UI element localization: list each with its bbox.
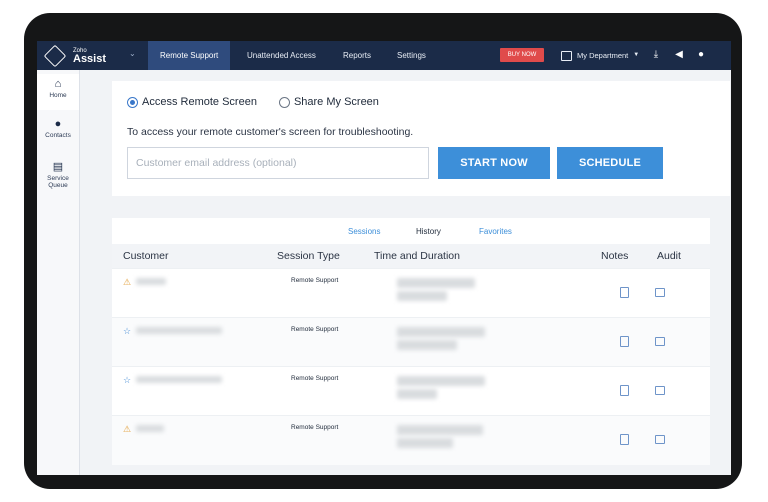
- tab-sessions[interactable]: Sessions: [348, 227, 380, 236]
- sidebar-item-label: Home: [49, 92, 67, 99]
- nav-remote-support[interactable]: Remote Support: [148, 41, 231, 70]
- tab-favorites[interactable]: Favorites: [479, 227, 512, 236]
- session-description: To access your remote customer's screen …: [127, 126, 414, 138]
- table-row[interactable]: ⚠ Remote Support: [112, 415, 710, 465]
- nav-settings[interactable]: Settings: [385, 41, 438, 70]
- session-type-cell: Remote Support: [291, 326, 339, 333]
- radio-label: Share My Screen: [293, 96, 379, 108]
- redacted-customer: [136, 376, 222, 383]
- contacts-icon: ●: [54, 118, 62, 130]
- customer-email-input[interactable]: [127, 147, 429, 179]
- redacted-customer: [136, 425, 164, 432]
- tab-history[interactable]: History: [416, 227, 441, 236]
- column-session-type[interactable]: Session Type: [277, 250, 340, 262]
- sidebar-item-label: Service Queue: [47, 175, 69, 189]
- sidebar: ⌂ Home ● Contacts ▤ Service Queue: [37, 70, 80, 475]
- table-header: Customer Session Type Time and Duration …: [112, 244, 710, 268]
- service-queue-icon: ▤: [52, 161, 64, 173]
- download-icon[interactable]: ⤓: [650, 49, 662, 61]
- nav-unattended-access[interactable]: Unattended Access: [235, 41, 328, 70]
- redacted-time: [397, 278, 475, 288]
- audit-icon[interactable]: [655, 288, 665, 297]
- top-navigation-bar: Zoho Assist ⌄ Remote Support Unattended …: [37, 41, 731, 70]
- redacted-duration: [397, 438, 453, 448]
- star-icon: ☆: [123, 375, 132, 385]
- start-now-button[interactable]: START NOW: [438, 147, 550, 179]
- session-mode-options: Access Remote Screen Share My Screen: [127, 96, 379, 108]
- chevron-down-icon[interactable]: ⌄: [129, 49, 136, 58]
- redacted-duration: [397, 340, 457, 350]
- column-customer[interactable]: Customer: [123, 250, 169, 262]
- radio-label: Access Remote Screen: [142, 96, 257, 108]
- session-type-cell: Remote Support: [291, 375, 339, 382]
- column-time-duration[interactable]: Time and Duration: [374, 250, 460, 262]
- notes-icon[interactable]: [620, 336, 629, 347]
- announcement-icon[interactable]: ◀: [673, 49, 685, 61]
- redacted-time: [397, 327, 485, 337]
- sidebar-item-label: Contacts: [45, 132, 71, 139]
- logo-assist-text: Assist: [73, 52, 107, 65]
- department-label: My Department: [577, 51, 629, 60]
- column-audit[interactable]: Audit: [657, 250, 681, 262]
- home-icon: ⌂: [54, 78, 62, 90]
- schedule-button[interactable]: SCHEDULE: [557, 147, 663, 179]
- access-remote-screen-radio[interactable]: Access Remote Screen: [127, 96, 257, 108]
- warning-icon: ⚠: [123, 424, 132, 434]
- radio-selected-icon: [127, 96, 138, 108]
- table-row[interactable]: ☆ Remote Support: [112, 366, 710, 416]
- redacted-time: [397, 425, 483, 435]
- sidebar-item-home[interactable]: ⌂ Home: [37, 74, 79, 110]
- buy-now-button[interactable]: BUY NOW: [500, 48, 544, 62]
- warning-icon: ⚠: [123, 277, 132, 287]
- logo-mark-icon: [43, 44, 67, 68]
- audit-icon[interactable]: [655, 386, 665, 395]
- history-tabs: Sessions History Favorites: [112, 218, 710, 244]
- user-profile-icon[interactable]: ●: [695, 49, 707, 61]
- column-notes[interactable]: Notes: [601, 250, 628, 262]
- notes-icon[interactable]: [620, 434, 629, 445]
- table-row[interactable]: ⚠ Remote Support: [112, 268, 710, 318]
- redacted-customer: [136, 327, 222, 334]
- nav-reports[interactable]: Reports: [331, 41, 383, 70]
- app-window: Zoho Assist ⌄ Remote Support Unattended …: [37, 41, 731, 475]
- redacted-time: [397, 376, 485, 386]
- redacted-customer: [136, 278, 166, 285]
- notes-icon[interactable]: [620, 385, 629, 396]
- notes-icon[interactable]: [620, 287, 629, 298]
- radio-unselected-icon: [278, 96, 290, 108]
- redacted-duration: [397, 291, 447, 301]
- department-selector[interactable]: My Department ▼: [561, 41, 639, 70]
- sidebar-item-service-queue[interactable]: ▤ Service Queue: [37, 160, 79, 196]
- zoho-assist-logo[interactable]: Zoho Assist: [43, 44, 107, 68]
- audit-icon[interactable]: [655, 435, 665, 444]
- session-history-card: Sessions History Favorites Customer Sess…: [112, 218, 710, 465]
- sidebar-item-contacts[interactable]: ● Contacts: [37, 118, 79, 148]
- redacted-duration: [397, 389, 437, 399]
- department-icon: [561, 50, 572, 61]
- session-type-cell: Remote Support: [291, 277, 339, 284]
- table-row[interactable]: ☆ Remote Support: [112, 317, 710, 367]
- audit-icon[interactable]: [655, 337, 665, 346]
- session-type-cell: Remote Support: [291, 424, 339, 431]
- chevron-down-icon: ▼: [633, 52, 640, 58]
- start-session-card: Access Remote Screen Share My Screen To …: [112, 81, 730, 196]
- share-my-screen-radio[interactable]: Share My Screen: [278, 96, 379, 108]
- star-icon: ☆: [123, 326, 132, 336]
